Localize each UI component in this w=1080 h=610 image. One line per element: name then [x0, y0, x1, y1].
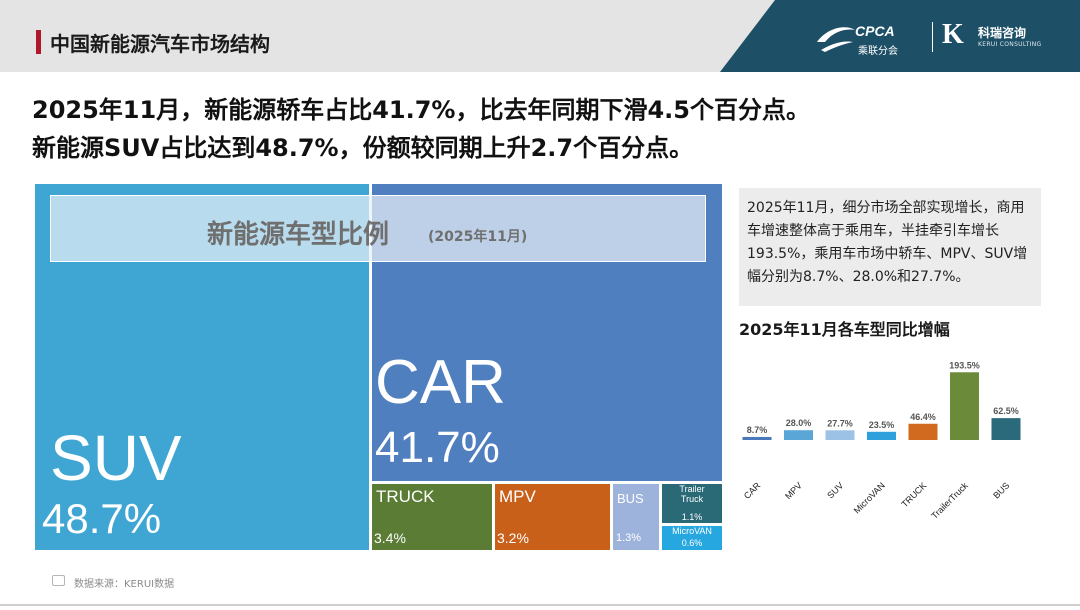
bar-truck — [908, 423, 938, 440]
bar-category-label: TrailerTruck — [929, 480, 970, 521]
treemap-tile-truck: TRUCK 3.4% — [371, 483, 493, 551]
bar-value-label: 62.5% — [993, 406, 1019, 416]
treemap-tile-bus: BUS 1.3% — [612, 483, 660, 551]
note-text: 2025年11月，细分市场全部实现增长，商用车增速整体高于乘用车，半挂牵引车增长… — [747, 200, 1028, 285]
bar-value-label: 46.4% — [910, 412, 936, 422]
bar-bus — [991, 418, 1021, 440]
treemap-tile-value: 1.1% — [681, 512, 703, 522]
treemap-period: (2025年11月) — [428, 229, 528, 245]
bar-category-label: MicroVAN — [852, 480, 887, 515]
bar-chart: 8.7% CAR 28.0% MPV 27.7% SUV 23.5% MicroVAN 46.4… — [742, 360, 1021, 521]
treemap-tile-microvan: MicroVAN 0.6% — [661, 525, 723, 551]
treemap-tile-label: MPV — [499, 487, 536, 506]
source-icon — [52, 575, 65, 586]
treemap-tile-value: 1.3% — [616, 532, 642, 544]
bar-value-label: 8.7% — [747, 425, 768, 435]
bar-category-label: BUS — [991, 480, 1011, 500]
bar-mpv — [784, 430, 813, 440]
cpca-logo-text: CPCA — [855, 23, 895, 39]
treemap-tile-label: MicroVAN — [672, 526, 712, 536]
treemap-tile-label: TRUCK — [376, 487, 435, 506]
treemap-tile-value: 3.4% — [374, 530, 406, 546]
headline-line-1: 2025年11月，新能源轿车占比41.7%，比去年同期下滑4.5个百分点。 — [32, 96, 810, 124]
bar-value-label: 28.0% — [786, 418, 812, 428]
bar-suv — [825, 430, 855, 440]
headline-line-2: 新能源SUV占比达到48.7%，份额较同期上升2.7个百分点。 — [32, 134, 694, 162]
treemap-tile-label: Trailer Truck — [679, 484, 705, 504]
bar-value-label: 23.5% — [869, 420, 895, 430]
bar-category-label: MPV — [783, 480, 804, 501]
source-note: 数据来源：KERUI数据 — [74, 579, 175, 590]
bar-category-label: SUV — [825, 480, 845, 500]
title-accent-bar — [36, 30, 41, 54]
bottom-divider — [0, 604, 1080, 606]
bar-category-label: CAR — [742, 480, 763, 501]
kerui-logo-english: KERUI CONSULTING — [978, 41, 1042, 48]
logo-divider — [932, 22, 933, 52]
treemap-tile-value: 3.2% — [497, 530, 529, 546]
bar-trailertruck — [950, 372, 979, 440]
kerui-logo-name: 科瑞咨询 — [978, 26, 1027, 40]
treemap-tile-label: CAR — [375, 348, 506, 417]
treemap-tile-label: BUS — [617, 491, 644, 506]
bar-microvan — [867, 431, 896, 440]
bar-chart-title: 2025年11月各车型同比增幅 — [739, 320, 950, 339]
treemap-title: 新能源车型比例 — [207, 220, 390, 250]
treemap-tile-value: 41.7% — [375, 423, 500, 472]
cpca-logo-subtitle: 乘联分会 — [858, 46, 898, 57]
page-title: 中国新能源汽车市场结构 — [50, 32, 270, 56]
note-box: 2025年11月，细分市场全部实现增长，商用车增速整体高于乘用车，半挂牵引车增长… — [739, 188, 1041, 306]
treemap-tile-label: SUV — [50, 422, 182, 494]
treemap-tile-mpv: MPV 3.2% — [494, 483, 611, 551]
bar-car — [742, 436, 772, 440]
bar-value-label: 193.5% — [949, 360, 980, 370]
bar-category-label: TRUCK — [899, 480, 928, 509]
treemap-tile-trailertruck: Trailer Truck 1.1% — [661, 483, 723, 524]
bar-value-label: 27.7% — [827, 418, 853, 428]
treemap-tile-value: 48.7% — [42, 495, 162, 542]
kerui-logo-icon: K — [942, 19, 964, 50]
treemap-tile-value: 0.6% — [681, 538, 703, 548]
